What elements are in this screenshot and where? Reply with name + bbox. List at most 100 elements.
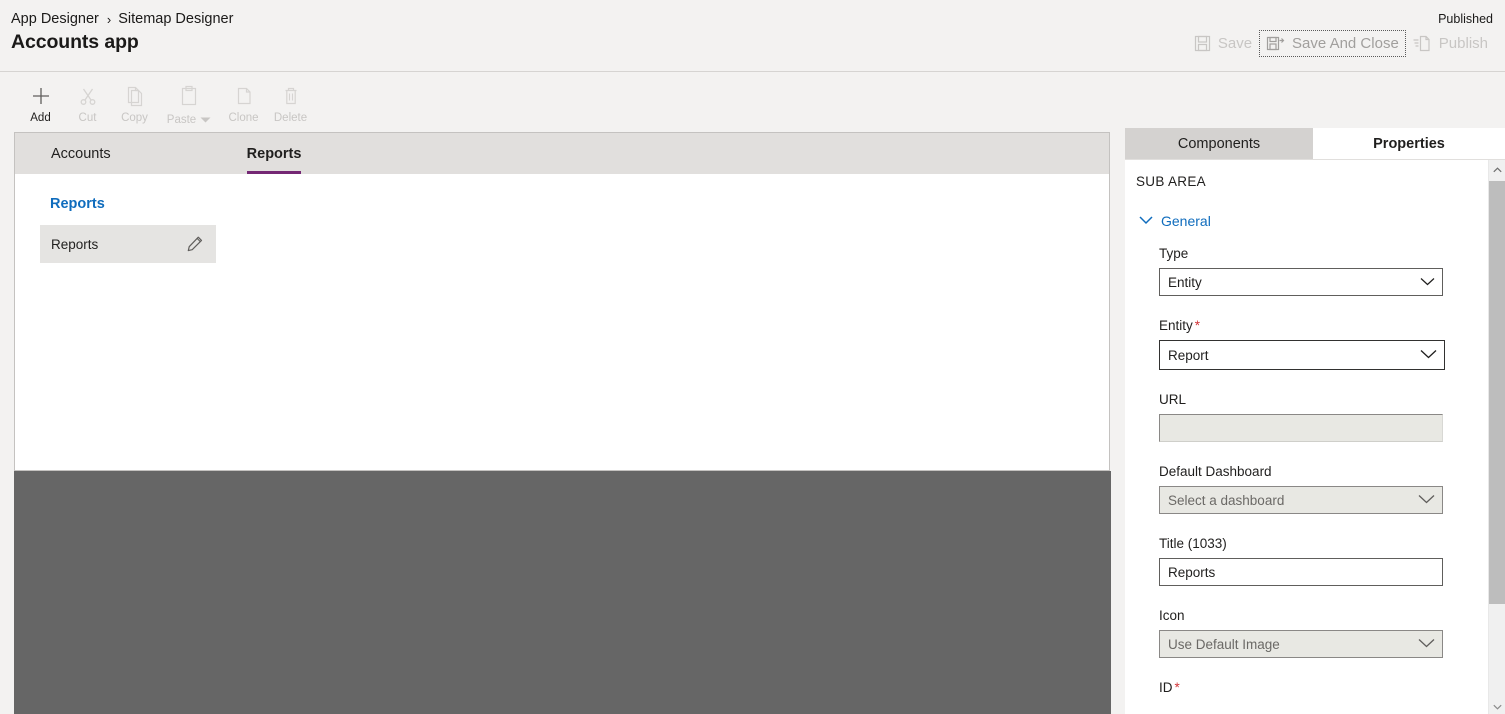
- command-toolbar: Add Cut Copy Paste Clone Delete: [0, 73, 1505, 132]
- field-url-label: URL: [1159, 392, 1447, 407]
- copy-icon: [124, 84, 146, 108]
- field-default-dashboard-select[interactable]: Select a dashboard: [1159, 486, 1443, 514]
- chevron-down-icon: [1418, 493, 1435, 508]
- field-id-label: ID *: [1159, 680, 1447, 695]
- field-type-value: Entity: [1168, 274, 1202, 290]
- field-title-value: Reports: [1168, 564, 1216, 580]
- clipboard-icon: [178, 84, 200, 108]
- toolbar-add-button[interactable]: Add: [17, 78, 64, 125]
- field-entity-select[interactable]: Report: [1159, 340, 1445, 370]
- canvas-tabstrip: Accounts Reports: [14, 132, 1110, 174]
- toolbar-clone-label: Clone: [228, 112, 259, 124]
- properties-panel-scrollbar[interactable]: [1488, 160, 1505, 714]
- properties-group-general[interactable]: General: [1139, 212, 1211, 230]
- field-type-label-text: Type: [1159, 246, 1189, 261]
- required-asterisk: *: [1194, 318, 1201, 333]
- field-icon-label: Icon: [1159, 608, 1447, 623]
- properties-fields: Type Entity Entity * Report URL Default …: [1159, 246, 1447, 702]
- tab-components[interactable]: Components: [1125, 128, 1313, 159]
- tab-reports[interactable]: Reports: [233, 133, 342, 174]
- save-and-close-button-label: Save And Close: [1292, 35, 1399, 52]
- properties-panel-body: SUB AREA General Type Entity Entity * Re…: [1125, 160, 1505, 714]
- toolbar-delete-button[interactable]: Delete: [267, 78, 314, 125]
- publish-button[interactable]: Publish: [1406, 30, 1495, 57]
- chevron-down-icon[interactable]: [200, 111, 211, 129]
- chevron-up-icon: [1493, 160, 1502, 178]
- page-title: Accounts app: [11, 31, 139, 53]
- field-default-dashboard-placeholder: Select a dashboard: [1168, 492, 1285, 508]
- save-button-label: Save: [1217, 35, 1253, 52]
- scroll-down-button[interactable]: [1489, 697, 1505, 714]
- field-entity-value: Report: [1168, 347, 1209, 363]
- field-title: Title (1033) Reports: [1159, 536, 1447, 586]
- field-icon: Icon Use Default Image: [1159, 608, 1447, 658]
- tab-components-label: Components: [1177, 135, 1261, 152]
- toolbar-copy-label: Copy: [121, 112, 148, 124]
- field-url-input[interactable]: [1159, 414, 1443, 442]
- toolbar-cut-label: Cut: [78, 112, 97, 124]
- scroll-up-button[interactable]: [1489, 160, 1505, 177]
- toolbar-add-label: Add: [30, 112, 51, 124]
- sitemap-designer-window: App Designer › Sitemap Designer Accounts…: [0, 0, 1505, 714]
- publish-icon: [1413, 35, 1432, 52]
- header-actions: Save Save And Close Publish: [1187, 30, 1495, 57]
- chevron-down-icon: [1420, 275, 1435, 290]
- tab-properties[interactable]: Properties: [1313, 128, 1505, 159]
- breadcrumb-item-sitemap-designer[interactable]: Sitemap Designer: [118, 11, 233, 27]
- tab-reports-label: Reports: [246, 145, 302, 162]
- save-and-close-button[interactable]: Save And Close: [1259, 30, 1406, 57]
- properties-group-general-label: General: [1161, 213, 1211, 229]
- chevron-down-icon: [1139, 212, 1153, 230]
- field-icon-select[interactable]: Use Default Image: [1159, 630, 1443, 658]
- tab-properties-label: Properties: [1373, 135, 1445, 152]
- field-url-label-text: URL: [1159, 392, 1187, 407]
- field-type: Type Entity: [1159, 246, 1447, 296]
- required-asterisk: *: [1174, 680, 1180, 695]
- save-and-close-icon: [1266, 35, 1285, 52]
- trash-icon: [280, 84, 302, 108]
- pencil-icon[interactable]: [186, 235, 204, 253]
- chevron-down-icon: [1418, 637, 1435, 652]
- save-button[interactable]: Save: [1187, 30, 1259, 57]
- app-header: App Designer › Sitemap Designer Accounts…: [0, 0, 1505, 72]
- field-type-label: Type: [1159, 246, 1447, 261]
- properties-panel-tabs: Components Properties: [1125, 128, 1505, 160]
- chevron-down-icon: [1420, 348, 1437, 363]
- toolbar-paste-button[interactable]: Paste: [158, 78, 220, 129]
- toolbar-delete-label: Delete: [273, 112, 308, 124]
- toolbar-paste-label: Paste: [166, 114, 197, 126]
- toolbar-clone-button[interactable]: Clone: [220, 78, 267, 125]
- breadcrumb: App Designer › Sitemap Designer: [11, 11, 233, 27]
- clone-icon: [233, 84, 255, 108]
- subarea-card-reports[interactable]: Reports: [40, 225, 216, 263]
- field-icon-label-text: Icon: [1159, 608, 1185, 623]
- scissors-icon: [77, 84, 99, 108]
- field-id-label-text: ID: [1159, 680, 1173, 695]
- toolbar-copy-button[interactable]: Copy: [111, 78, 158, 125]
- field-title-label-text: Title (1033): [1159, 536, 1227, 551]
- field-default-dashboard-label: Default Dashboard: [1159, 464, 1447, 479]
- field-entity: Entity * Report: [1159, 318, 1447, 370]
- field-icon-placeholder: Use Default Image: [1168, 636, 1280, 652]
- properties-panel: Components Properties SUB AREA General T…: [1125, 128, 1505, 714]
- tab-accounts[interactable]: Accounts: [37, 133, 171, 174]
- field-type-select[interactable]: Entity: [1159, 268, 1443, 296]
- toolbar-cut-button[interactable]: Cut: [64, 78, 111, 125]
- canvas-dimmed-area: [14, 471, 1111, 714]
- field-id: ID *: [1159, 680, 1447, 695]
- breadcrumb-item-app-designer[interactable]: App Designer: [11, 11, 99, 27]
- field-default-dashboard-label-text: Default Dashboard: [1159, 464, 1272, 479]
- field-title-input[interactable]: Reports: [1159, 558, 1443, 586]
- properties-section-header: SUB AREA: [1136, 174, 1206, 189]
- breadcrumb-separator-icon: ›: [106, 11, 112, 27]
- field-default-dashboard: Default Dashboard Select a dashboard: [1159, 464, 1447, 514]
- scrollbar-thumb[interactable]: [1489, 181, 1505, 604]
- save-icon: [1194, 35, 1211, 52]
- field-entity-label-text: Entity: [1159, 318, 1193, 333]
- field-url: URL: [1159, 392, 1447, 442]
- canvas-body: Reports Reports: [15, 174, 1109, 470]
- publish-status-label: Published: [1438, 12, 1493, 26]
- publish-button-label: Publish: [1438, 35, 1488, 52]
- field-entity-label: Entity *: [1159, 318, 1447, 333]
- group-title-reports[interactable]: Reports: [50, 196, 105, 212]
